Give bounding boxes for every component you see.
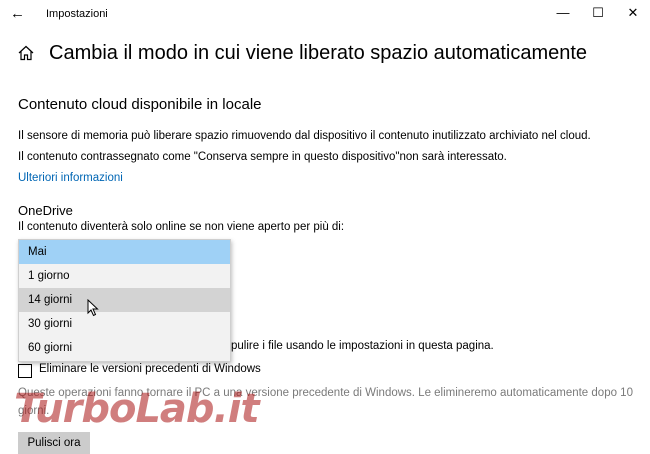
- partial-description: pulire i file usando le impostazioni in …: [231, 340, 494, 352]
- page-title: Cambia il modo in cui viene liberato spa…: [49, 42, 588, 64]
- title-bar: ← Impostazioni — ☐ ✕: [0, 0, 650, 28]
- watermark: TurboLab.it: [14, 386, 260, 432]
- previous-versions-checkbox[interactable]: [18, 364, 32, 378]
- dropdown-option[interactable]: 30 giorni: [19, 312, 230, 336]
- more-info-link[interactable]: Ulteriori informazioni: [18, 172, 123, 184]
- minimize-icon[interactable]: —: [553, 5, 573, 20]
- mouse-cursor-icon: [87, 299, 99, 317]
- dropdown-option[interactable]: 60 giorni: [19, 336, 230, 360]
- onedrive-period-dropdown[interactable]: Mai 1 giorno 14 giorni 30 giorni 60 gior…: [18, 239, 231, 362]
- cloud-description-line1: Il sensore di memoria può liberare spazi…: [18, 130, 591, 142]
- onedrive-heading: OneDrive: [18, 203, 73, 218]
- dropdown-option[interactable]: 14 giorni: [19, 288, 230, 312]
- dropdown-option[interactable]: Mai: [19, 240, 230, 264]
- cloud-content-heading: Contenuto cloud disponibile in locale: [18, 96, 262, 113]
- window-title: Impostazioni: [46, 8, 108, 20]
- dropdown-option[interactable]: 1 giorno: [19, 264, 230, 288]
- home-icon[interactable]: [18, 45, 34, 61]
- close-icon[interactable]: ✕: [623, 5, 643, 21]
- back-arrow-icon[interactable]: ←: [10, 5, 25, 22]
- maximize-icon[interactable]: ☐: [588, 5, 608, 21]
- cloud-description-line2: Il contenuto contrassegnato come "Conser…: [18, 151, 507, 163]
- previous-versions-label: Eliminare le versioni precedenti di Wind…: [39, 363, 261, 375]
- clean-now-button[interactable]: Pulisci ora: [18, 432, 90, 454]
- onedrive-description: Il contenuto diventerà solo online se no…: [18, 221, 345, 233]
